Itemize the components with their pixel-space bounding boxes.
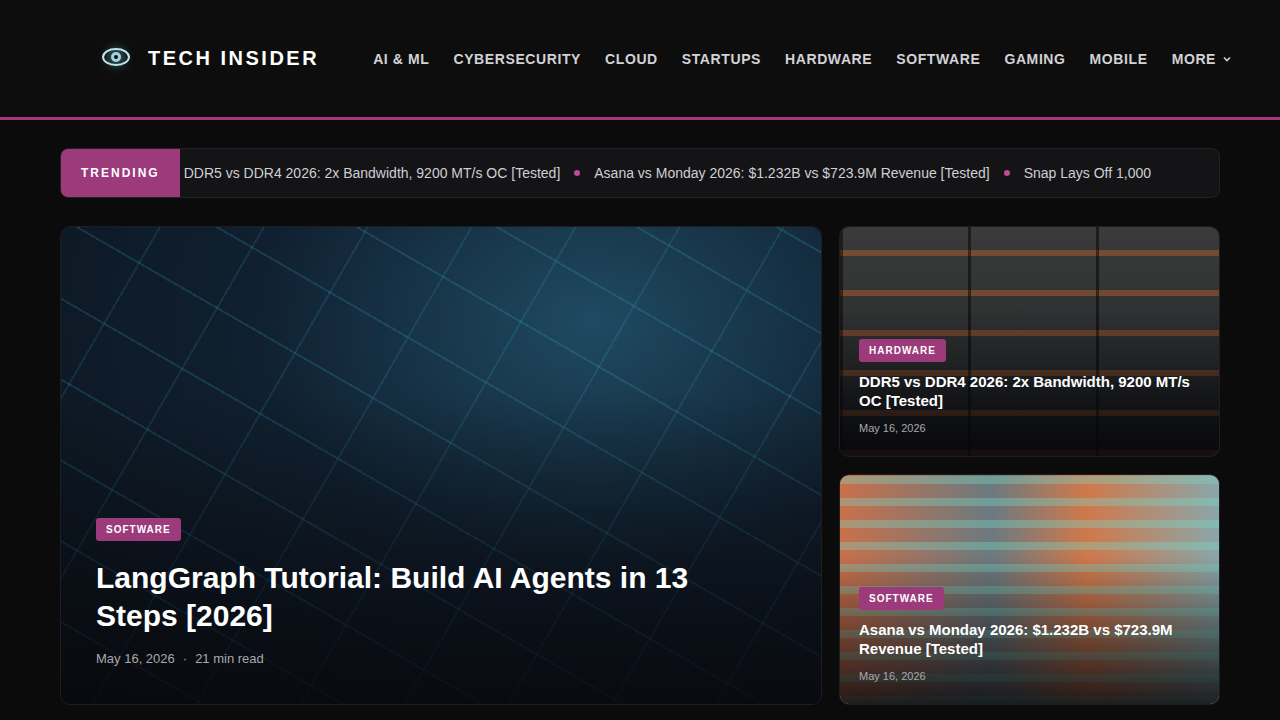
trending-item[interactable]: Snap Lays Off 1,000 bbox=[1004, 165, 1151, 181]
article-date: May 16, 2026 bbox=[859, 422, 926, 434]
article-meta: May 16, 2026 · 21 min read bbox=[96, 651, 781, 666]
article-meta: May 16, 2026 bbox=[859, 670, 1199, 682]
nav-item[interactable]: AI & ML bbox=[373, 51, 429, 67]
nav-label: STARTUPS bbox=[682, 51, 761, 67]
trending-list: DDR5 vs DDR4 2026: 2x Bandwidth, 9200 MT… bbox=[180, 149, 1219, 197]
trending-item[interactable]: DDR5 vs DDR4 2026: 2x Bandwidth, 9200 MT… bbox=[184, 165, 561, 181]
image-shade bbox=[61, 227, 821, 704]
nav-label: CLOUD bbox=[605, 51, 658, 67]
nav-item[interactable]: MORE bbox=[1172, 51, 1232, 67]
nav-item[interactable]: HARDWARE bbox=[785, 51, 872, 67]
trending-label: TRENDING bbox=[61, 149, 180, 197]
trending-item[interactable]: Asana vs Monday 2026: $1.232B vs $723.9M… bbox=[574, 165, 989, 181]
badge-wrap: HARDWARE bbox=[859, 339, 1199, 362]
trending-bar: TRENDINGDDR5 vs DDR4 2026: 2x Bandwidth,… bbox=[60, 148, 1220, 198]
bullet-dot bbox=[574, 170, 580, 176]
category-badge[interactable]: SOFTWARE bbox=[96, 518, 181, 541]
category-badge[interactable]: SOFTWARE bbox=[859, 587, 944, 610]
logo-text: TECH INSIDER bbox=[148, 47, 319, 70]
logo-eye-icon bbox=[96, 37, 136, 81]
side-column: HARDWARE DDR5 vs DDR4 2026: 2x Bandwidth,… bbox=[839, 226, 1220, 705]
badge-wrap: SOFTWARE bbox=[96, 518, 781, 541]
trending-text: DDR5 vs DDR4 2026: 2x Bandwidth, 9200 MT… bbox=[184, 165, 561, 181]
nav-label: MOBILE bbox=[1090, 51, 1148, 67]
site-header: TECH INSIDER AI & ML CYBERSECURITY CLOUD STA… bbox=[0, 0, 1280, 120]
article-title[interactable]: DDR5 vs DDR4 2026: 2x Bandwidth, 9200 MT… bbox=[859, 372, 1199, 410]
meta-separator: · bbox=[183, 651, 187, 666]
nav-item[interactable]: MOBILE bbox=[1090, 51, 1148, 67]
article-card[interactable]: HARDWARE DDR5 vs DDR4 2026: 2x Bandwidth,… bbox=[839, 226, 1220, 457]
logo[interactable]: TECH INSIDER bbox=[96, 37, 319, 81]
nav-item[interactable]: CYBERSECURITY bbox=[453, 51, 581, 67]
nav-label: MORE bbox=[1172, 51, 1216, 67]
nav-item[interactable]: GAMING bbox=[1004, 51, 1065, 67]
read-time: 21 min read bbox=[195, 651, 264, 666]
main-nav: AI & ML CYBERSECURITY CLOUD STARTUPS HARDWAR… bbox=[373, 51, 1232, 67]
nav-label: GAMING bbox=[1004, 51, 1065, 67]
card-content: HARDWARE DDR5 vs DDR4 2026: 2x Bandwidth,… bbox=[840, 339, 1219, 456]
article-date: May 16, 2026 bbox=[96, 651, 175, 666]
card-content: SOFTWARE Asana vs Monday 2026: $1.232B vs… bbox=[840, 587, 1219, 704]
featured-grid: SOFTWARE LangGraph Tutorial: Build AI Age… bbox=[60, 226, 1220, 705]
bullet-dot bbox=[1004, 170, 1010, 176]
nav-item[interactable]: STARTUPS bbox=[682, 51, 761, 67]
article-title[interactable]: LangGraph Tutorial: Build AI Agents in 1… bbox=[96, 559, 776, 635]
nav-label: SOFTWARE bbox=[896, 51, 980, 67]
nav-label: AI & ML bbox=[373, 51, 429, 67]
trending-text: Snap Lays Off 1,000 bbox=[1024, 165, 1151, 181]
article-card[interactable]: SOFTWARE Asana vs Monday 2026: $1.232B vs… bbox=[839, 474, 1220, 705]
nav-item[interactable]: CLOUD bbox=[605, 51, 658, 67]
card-content: SOFTWARE LangGraph Tutorial: Build AI Age… bbox=[61, 518, 821, 704]
trending-text: Asana vs Monday 2026: $1.232B vs $723.9M… bbox=[594, 165, 989, 181]
badge-wrap: SOFTWARE bbox=[859, 587, 1199, 610]
nav-item[interactable]: SOFTWARE bbox=[896, 51, 980, 67]
article-title[interactable]: Asana vs Monday 2026: $1.232B vs $723.9M… bbox=[859, 620, 1199, 658]
category-badge[interactable]: HARDWARE bbox=[859, 339, 946, 362]
article-meta: May 16, 2026 bbox=[859, 422, 1199, 434]
nav-label: CYBERSECURITY bbox=[453, 51, 581, 67]
article-card[interactable]: SOFTWARE LangGraph Tutorial: Build AI Age… bbox=[60, 226, 822, 705]
chevron-down-icon bbox=[1222, 51, 1232, 67]
nav-label: HARDWARE bbox=[785, 51, 872, 67]
article-date: May 16, 2026 bbox=[859, 670, 926, 682]
